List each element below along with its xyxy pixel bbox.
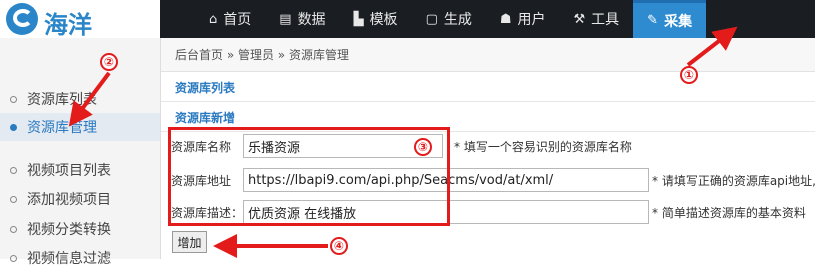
annotation-arrows (68, 26, 738, 258)
arrow-to-repo-manage (68, 71, 111, 127)
arrow-to-collect (686, 26, 738, 67)
